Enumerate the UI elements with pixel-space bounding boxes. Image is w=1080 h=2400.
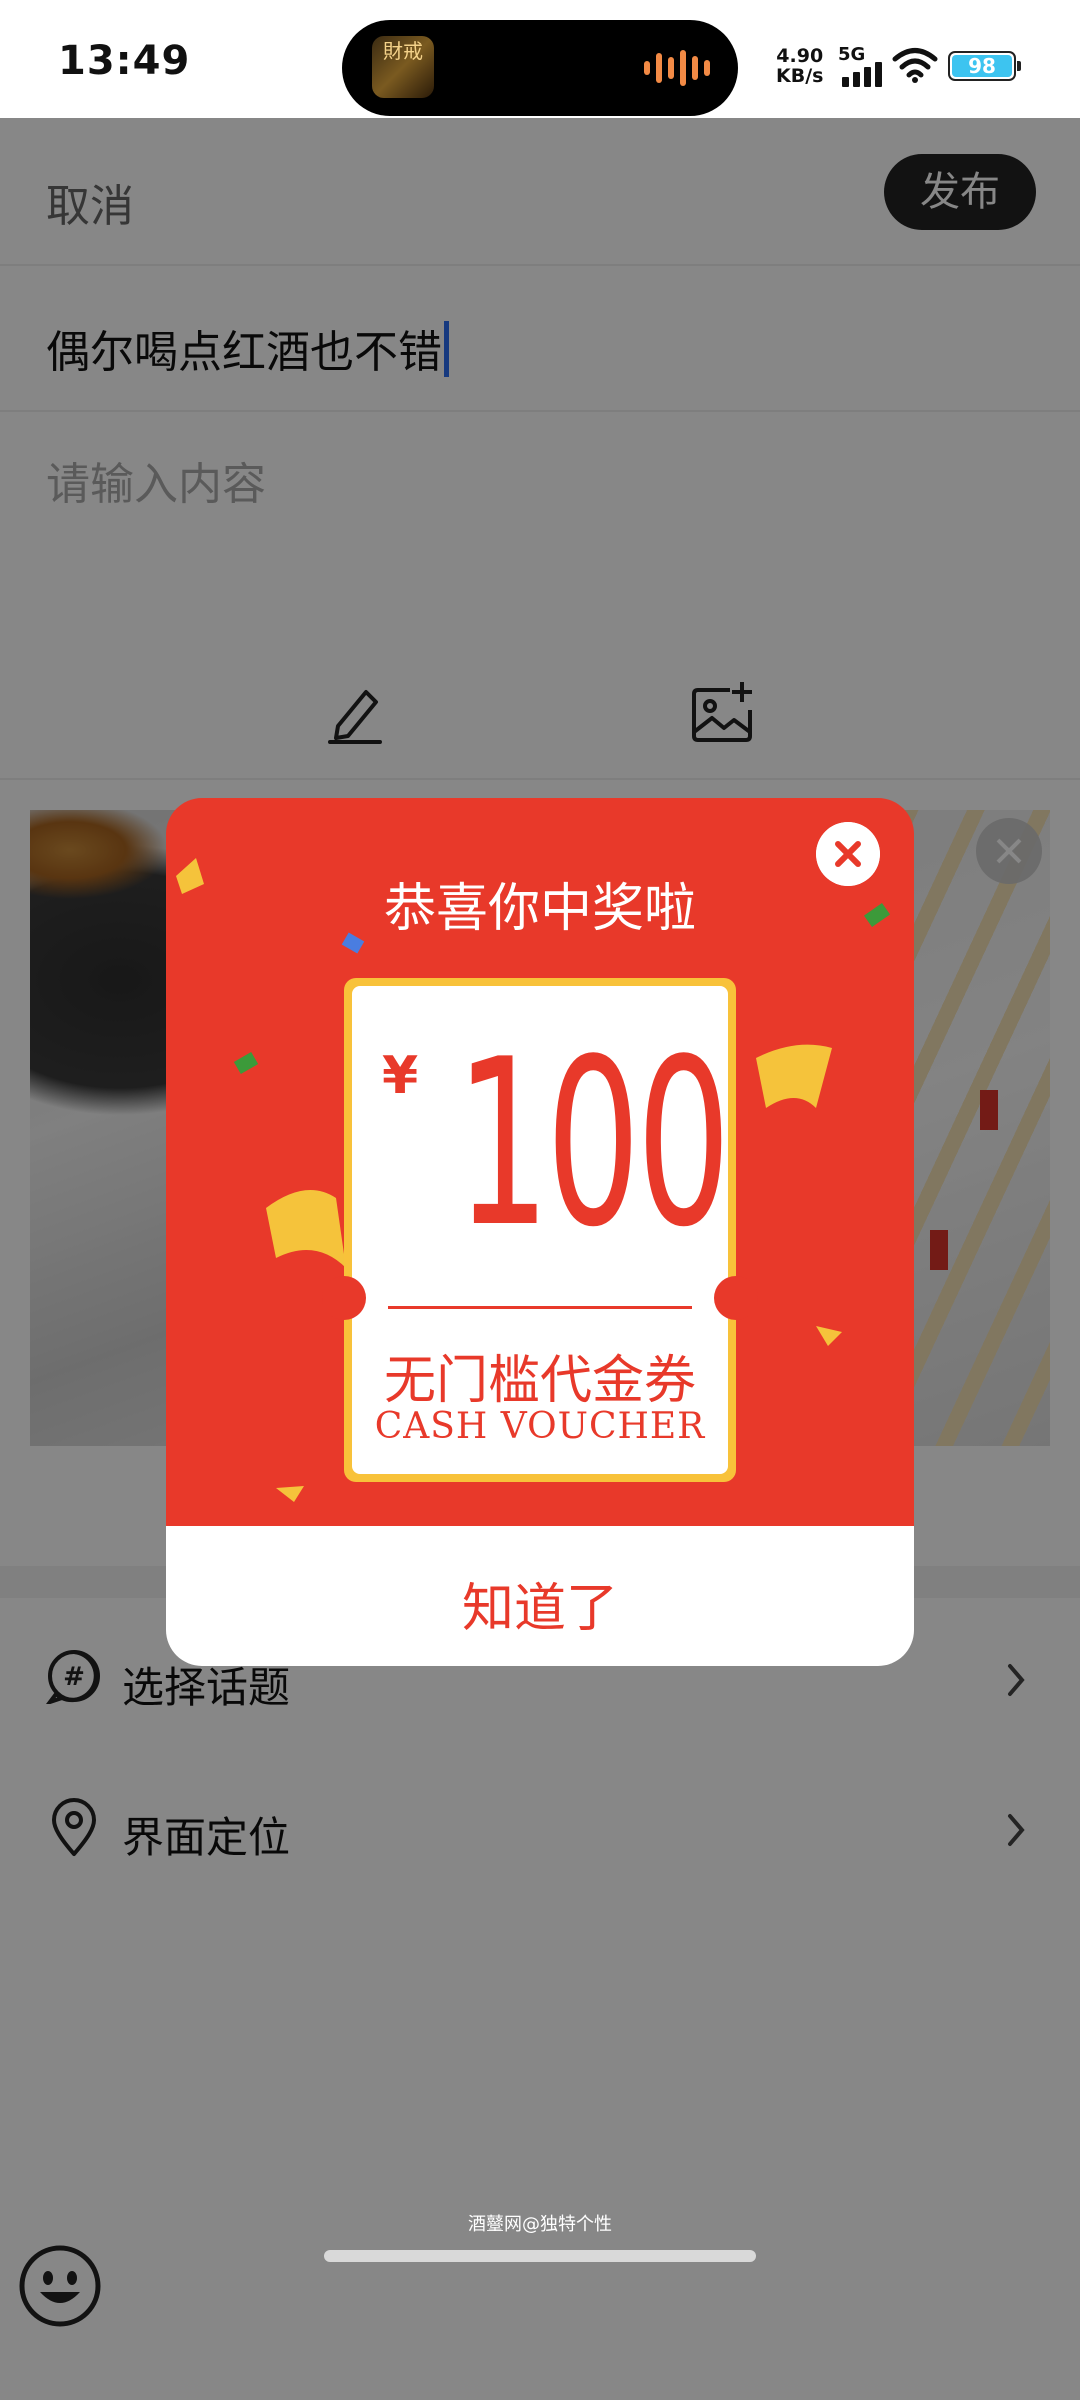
prize-dialog: 恭喜你中奖啦 ¥ 100 无门槛代金券 CASH VOUCHER 知道了 [166,798,914,1666]
voucher-subtitle: CASH VOUCHER [374,1406,706,1447]
confirm-button[interactable]: 知道了 [166,1566,914,1641]
dialog-banner: 恭喜你中奖啦 ¥ 100 无门槛代金券 CASH VOUCHER [166,798,914,1526]
dialog-footer: 知道了 [166,1526,914,1666]
wifi-icon [892,48,938,83]
battery-icon: 98 [948,51,1021,81]
ticket-notch-left [322,1276,366,1320]
signal-icon [842,62,882,87]
net-speed-value: 4.90 [776,45,824,67]
close-icon[interactable] [816,822,880,886]
status-time: 13:49 [58,38,191,84]
battery-level: 98 [952,55,1012,77]
currency-symbol: ¥ [382,1046,419,1106]
net-speed: 4.90 KB/s [776,46,823,86]
dialog-title: 恭喜你中奖啦 [383,879,696,939]
island-app-icon: 財戒 [372,36,434,98]
audio-wave-icon [644,50,710,86]
net-speed-unit: KB/s [776,65,824,87]
watermark-text: 酒鼞网@独特个性 [468,2214,612,2235]
voucher-title: 无门槛代金券 [383,1351,696,1411]
ticket-notch-right [714,1276,758,1320]
voucher-divider [388,1306,692,1309]
dynamic-island[interactable]: 財戒 [342,20,738,116]
voucher-ticket: ¥ 100 无门槛代金券 CASH VOUCHER [322,978,758,1482]
status-bar: 13:49 財戒 4.90 KB/s 5G 98 [0,0,1080,118]
voucher-body: ¥ 100 无门槛代金券 CASH VOUCHER [352,986,731,1474]
voucher-amount: 100 [455,1011,731,1278]
home-indicator[interactable] [324,2250,756,2262]
